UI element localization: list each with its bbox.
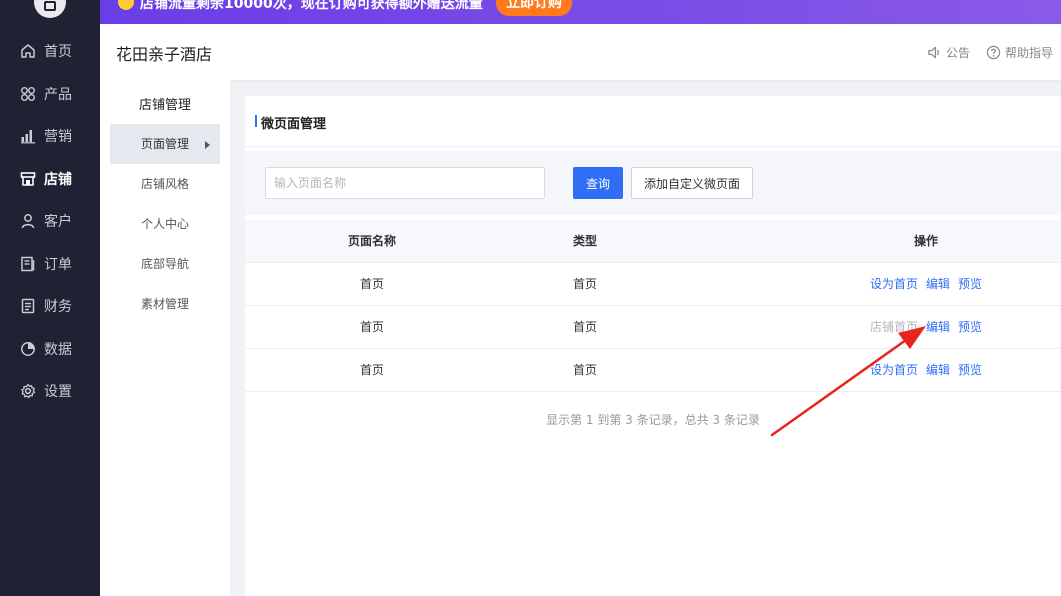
- submenu-item-label: 个人中心: [141, 217, 190, 231]
- edit-link[interactable]: 编辑: [926, 349, 950, 392]
- preview-link[interactable]: 预览: [958, 306, 982, 349]
- sidebar-item-label: 产品: [44, 87, 72, 103]
- promo-banner: 店铺流量剩余10000次，现在订购可获得额外赠送流量 立即订购: [100, 0, 1061, 24]
- page-name-cell: 首页: [359, 277, 384, 291]
- sidebar-item-store[interactable]: 店铺: [0, 158, 100, 200]
- sidebar-item-products[interactable]: 产品: [0, 73, 100, 115]
- submenu-item-profile[interactable]: 个人中心: [110, 204, 220, 244]
- page-type-cell: 首页: [572, 320, 597, 334]
- sidebar-item-label: 设置: [44, 384, 72, 400]
- submenu-item-style[interactable]: 店铺风格: [110, 164, 220, 204]
- sidebar-item-label: 营销: [44, 129, 72, 145]
- sidebar-item-home[interactable]: 首页: [0, 30, 100, 72]
- table-row: 首页 首页 店铺首页 编辑 预览: [245, 306, 1061, 349]
- speaker-icon: [928, 46, 939, 59]
- pagination-info: 显示第 1 到第 3 条记录，总共 3 条记录: [546, 413, 760, 427]
- finance-icon: [21, 298, 35, 314]
- actions-cell: 设为首页 编辑 预览: [845, 349, 1007, 392]
- store-home-label: 店铺首页: [869, 320, 918, 334]
- page-type-cell: 首页: [572, 277, 597, 291]
- table-row: 首页 首页 设为首页 编辑 预览: [245, 263, 1061, 306]
- preview-link[interactable]: 预览: [958, 263, 982, 306]
- main-sidebar: 首页 产品 营销 店铺 客户 订单 财务 数据 设置: [0, 0, 100, 596]
- top-header: 花田亲子酒店 公告 帮助指导: [100, 24, 1061, 80]
- edit-link[interactable]: 编辑: [926, 306, 950, 349]
- store-name: 花田亲子酒店: [116, 45, 213, 64]
- table-header: 页面名称 类型 操作: [245, 220, 1061, 263]
- sidebar-item-label: 客户: [44, 214, 72, 230]
- banner-text: 店铺流量剩余10000次，现在订购可获得额外赠送流量: [140, 0, 483, 12]
- set-home-link[interactable]: 设为首页: [870, 263, 918, 306]
- sidebar-item-orders[interactable]: 订单: [0, 243, 100, 285]
- sidebar-item-finance[interactable]: 财务: [0, 285, 100, 327]
- submenu-title: 店铺管理: [138, 98, 191, 113]
- table-row: 首页 首页 设为首页 编辑 预览: [245, 349, 1061, 392]
- submenu-item-label: 页面管理: [141, 137, 190, 151]
- sidebar-item-label: 财务: [44, 299, 72, 315]
- store-icon: [20, 172, 36, 186]
- page-name-search-input[interactable]: [265, 167, 545, 199]
- grid-icon: [21, 87, 35, 101]
- caret-right-icon: [205, 141, 210, 149]
- sidebar-item-label: 数据: [44, 342, 72, 358]
- sidebar-item-label: 首页: [44, 44, 72, 60]
- actions-cell: 店铺首页 编辑 预览: [845, 306, 1007, 349]
- sidebar-item-label: 店铺: [44, 172, 72, 188]
- sidebar-item-settings[interactable]: 设置: [0, 370, 100, 412]
- submenu-item-label: 店铺风格: [141, 177, 190, 191]
- notice-link[interactable]: 公告: [927, 44, 970, 61]
- help-icon: [986, 45, 1001, 60]
- column-header-name: 页面名称: [347, 234, 396, 248]
- order-icon: [21, 256, 35, 272]
- set-home-link[interactable]: 设为首页: [870, 349, 918, 392]
- add-custom-page-button[interactable]: 添加自定义微页面: [631, 167, 753, 199]
- order-now-button[interactable]: 立即订购: [496, 0, 572, 16]
- page-type-cell: 首页: [572, 363, 597, 377]
- actions-cell: 设为首页 编辑 预览: [845, 263, 1007, 306]
- submenu-item-materials[interactable]: 素材管理: [110, 284, 220, 324]
- column-header-type: 类型: [572, 234, 597, 248]
- submenu-item-bottom-nav[interactable]: 底部导航: [110, 244, 220, 284]
- submenu-item-label: 底部导航: [141, 257, 190, 271]
- user-icon: [21, 214, 35, 229]
- sidebar-item-marketing[interactable]: 营销: [0, 115, 100, 157]
- sidebar-item-label: 订单: [44, 257, 72, 273]
- sidebar-item-data[interactable]: 数据: [0, 328, 100, 370]
- query-button[interactable]: 查询: [573, 167, 623, 199]
- app-logo[interactable]: [34, 0, 66, 18]
- submenu-item-pages[interactable]: 页面管理: [110, 124, 220, 164]
- help-label: 帮助指导: [1005, 46, 1054, 60]
- notice-label: 公告: [946, 46, 971, 60]
- divider: [245, 146, 1061, 147]
- page-name-cell: 首页: [359, 320, 384, 334]
- warning-icon: [118, 0, 134, 10]
- preview-link[interactable]: 预览: [958, 349, 982, 392]
- sidebar-item-customers[interactable]: 客户: [0, 200, 100, 242]
- store-submenu: 店铺管理 页面管理 店铺风格 个人中心 底部导航 素材管理: [100, 80, 230, 596]
- filter-bar: 查询 添加自定义微页面: [245, 151, 1061, 215]
- gear-icon: [21, 383, 36, 399]
- help-link[interactable]: 帮助指导: [986, 44, 1053, 61]
- home-icon: [21, 44, 35, 58]
- column-header-actions: 操作: [913, 234, 938, 248]
- page-title: 微页面管理: [255, 113, 326, 132]
- submenu-item-label: 素材管理: [141, 297, 190, 311]
- edit-link[interactable]: 编辑: [926, 263, 950, 306]
- page-name-cell: 首页: [359, 363, 384, 377]
- bar-chart-icon: [21, 130, 35, 144]
- main-panel: 微页面管理 查询 添加自定义微页面 页面名称 类型 操作 首页 首页 设为首页 …: [245, 96, 1061, 596]
- pie-chart-icon: [21, 342, 35, 356]
